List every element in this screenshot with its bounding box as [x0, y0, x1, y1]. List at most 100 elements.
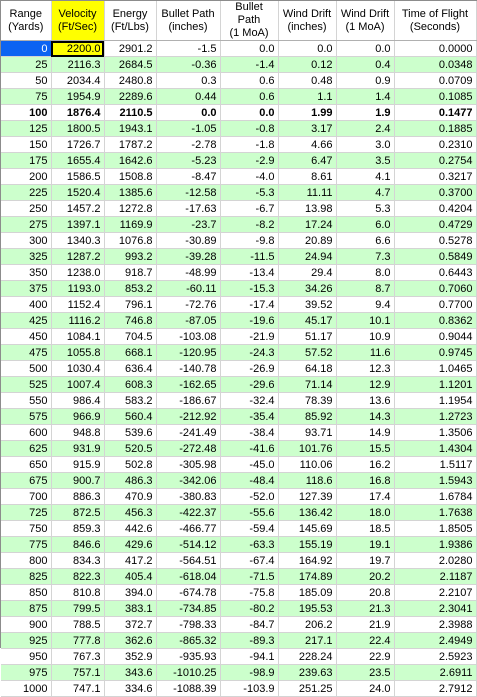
cell-bullet-path-moa[interactable]: -63.3	[220, 536, 279, 553]
cell-energy[interactable]: 853.2	[104, 280, 157, 297]
cell-wind-drift-inches[interactable]: 251.25	[278, 680, 337, 697]
cell-bullet-path-moa[interactable]: -35.4	[220, 408, 279, 425]
header-time-of-flight[interactable]: Time of Flight (Seconds)	[394, 1, 477, 41]
cell-wind-drift-moa[interactable]: 16.2	[336, 456, 395, 473]
cell-energy[interactable]: 405.4	[104, 568, 157, 585]
cell-energy[interactable]: 394.0	[104, 584, 157, 601]
cell-time-of-flight[interactable]: 0.3217	[394, 168, 477, 185]
cell-energy[interactable]: 668.1	[104, 344, 157, 361]
cell-wind-drift-inches[interactable]: 110.06	[278, 456, 337, 473]
cell-bullet-path-inches[interactable]: -466.77	[156, 520, 221, 537]
cell-time-of-flight[interactable]: 1.5943	[394, 472, 477, 489]
cell-bullet-path-inches[interactable]: -0.36	[156, 56, 221, 73]
cell-bullet-path-moa[interactable]: -8.2	[220, 216, 279, 233]
cell-velocity[interactable]: 1084.1	[51, 328, 105, 345]
cell-range[interactable]: 900	[1, 616, 52, 633]
cell-time-of-flight[interactable]: 0.5278	[394, 232, 477, 249]
cell-wind-drift-inches[interactable]: 164.92	[278, 552, 337, 569]
cell-time-of-flight[interactable]: 0.4204	[394, 200, 477, 217]
cell-wind-drift-moa[interactable]: 23.5	[336, 664, 395, 681]
cell-energy[interactable]: 456.3	[104, 504, 157, 521]
cell-energy[interactable]: 1642.6	[104, 152, 157, 169]
cell-bullet-path-inches[interactable]: -17.63	[156, 200, 221, 217]
cell-wind-drift-moa[interactable]: 7.3	[336, 248, 395, 265]
cell-range[interactable]: 600	[1, 424, 52, 441]
cell-wind-drift-moa[interactable]: 20.2	[336, 568, 395, 585]
cell-bullet-path-inches[interactable]: -140.78	[156, 360, 221, 377]
cell-velocity[interactable]: 1030.4	[51, 360, 105, 377]
cell-velocity[interactable]: 948.8	[51, 424, 105, 441]
cell-time-of-flight[interactable]: 2.1187	[394, 568, 477, 585]
cell-bullet-path-moa[interactable]: -52.0	[220, 488, 279, 505]
cell-energy[interactable]: 1943.1	[104, 120, 157, 137]
cell-range[interactable]: 700	[1, 488, 52, 505]
cell-wind-drift-moa[interactable]: 6.6	[336, 232, 395, 249]
cell-wind-drift-moa[interactable]: 8.7	[336, 280, 395, 297]
cell-wind-drift-inches[interactable]: 174.89	[278, 568, 337, 585]
cell-range[interactable]: 575	[1, 408, 52, 425]
cell-wind-drift-moa[interactable]: 4.1	[336, 168, 395, 185]
cell-bullet-path-moa[interactable]: -4.0	[220, 168, 279, 185]
cell-wind-drift-moa[interactable]: 12.3	[336, 360, 395, 377]
cell-time-of-flight[interactable]: 2.4949	[394, 632, 477, 649]
cell-range[interactable]: 250	[1, 200, 52, 217]
cell-bullet-path-inches[interactable]: 0.0	[156, 104, 221, 121]
cell-bullet-path-moa[interactable]: -6.7	[220, 200, 279, 217]
cell-energy[interactable]: 1508.8	[104, 168, 157, 185]
cell-bullet-path-moa[interactable]: -19.6	[220, 312, 279, 329]
cell-range[interactable]: 975	[1, 664, 52, 681]
cell-energy[interactable]: 918.7	[104, 264, 157, 281]
cell-time-of-flight[interactable]: 0.1085	[394, 88, 477, 105]
cell-energy[interactable]: 442.6	[104, 520, 157, 537]
cell-range[interactable]: 875	[1, 600, 52, 617]
cell-energy[interactable]: 1272.8	[104, 200, 157, 217]
cell-wind-drift-inches[interactable]: 93.71	[278, 424, 337, 441]
cell-velocity[interactable]: 757.1	[51, 664, 105, 681]
cell-wind-drift-inches[interactable]: 11.11	[278, 184, 337, 201]
cell-bullet-path-moa[interactable]: -11.5	[220, 248, 279, 265]
cell-time-of-flight[interactable]: 2.2107	[394, 584, 477, 601]
cell-energy[interactable]: 560.4	[104, 408, 157, 425]
cell-time-of-flight[interactable]: 0.8362	[394, 312, 477, 329]
cell-velocity[interactable]: 1055.8	[51, 344, 105, 361]
cell-time-of-flight[interactable]: 2.7912	[394, 680, 477, 697]
cell-energy[interactable]: 704.5	[104, 328, 157, 345]
cell-time-of-flight[interactable]: 1.2723	[394, 408, 477, 425]
cell-bullet-path-inches[interactable]: -305.98	[156, 456, 221, 473]
cell-time-of-flight[interactable]: 0.7060	[394, 280, 477, 297]
cell-wind-drift-inches[interactable]: 127.39	[278, 488, 337, 505]
cell-velocity[interactable]: 1193.0	[51, 280, 105, 297]
cell-wind-drift-moa[interactable]: 15.5	[336, 440, 395, 457]
cell-range[interactable]: 850	[1, 584, 52, 601]
cell-range[interactable]: 100	[1, 104, 52, 121]
cell-bullet-path-inches[interactable]: -422.37	[156, 504, 221, 521]
cell-energy[interactable]: 334.6	[104, 680, 157, 697]
cell-bullet-path-moa[interactable]: -38.4	[220, 424, 279, 441]
cell-wind-drift-moa[interactable]: 3.0	[336, 136, 395, 153]
cell-bullet-path-moa[interactable]: -67.4	[220, 552, 279, 569]
cell-wind-drift-moa[interactable]: 3.5	[336, 152, 395, 169]
cell-wind-drift-moa[interactable]: 4.7	[336, 184, 395, 201]
cell-wind-drift-inches[interactable]: 51.17	[278, 328, 337, 345]
cell-range[interactable]: 425	[1, 312, 52, 329]
cell-time-of-flight[interactable]: 1.3506	[394, 424, 477, 441]
cell-bullet-path-moa[interactable]: -71.5	[220, 568, 279, 585]
cell-wind-drift-inches[interactable]: 64.18	[278, 360, 337, 377]
cell-wind-drift-inches[interactable]: 0.0	[278, 40, 337, 57]
cell-range[interactable]: 150	[1, 136, 52, 153]
cell-energy[interactable]: 2110.5	[104, 104, 157, 121]
cell-wind-drift-inches[interactable]: 145.69	[278, 520, 337, 537]
cell-time-of-flight[interactable]: 2.3988	[394, 616, 477, 633]
cell-wind-drift-inches[interactable]: 57.52	[278, 344, 337, 361]
cell-velocity[interactable]: 2200.0	[51, 40, 105, 57]
cell-wind-drift-moa[interactable]: 1.4	[336, 88, 395, 105]
cell-bullet-path-moa[interactable]: -94.1	[220, 648, 279, 665]
cell-wind-drift-moa[interactable]: 19.7	[336, 552, 395, 569]
cell-time-of-flight[interactable]: 1.5117	[394, 456, 477, 473]
cell-velocity[interactable]: 1287.2	[51, 248, 105, 265]
cell-energy[interactable]: 520.5	[104, 440, 157, 457]
cell-bullet-path-inches[interactable]: -1010.25	[156, 664, 221, 681]
cell-range[interactable]: 475	[1, 344, 52, 361]
cell-time-of-flight[interactable]: 1.6784	[394, 488, 477, 505]
cell-range[interactable]: 925	[1, 632, 52, 649]
